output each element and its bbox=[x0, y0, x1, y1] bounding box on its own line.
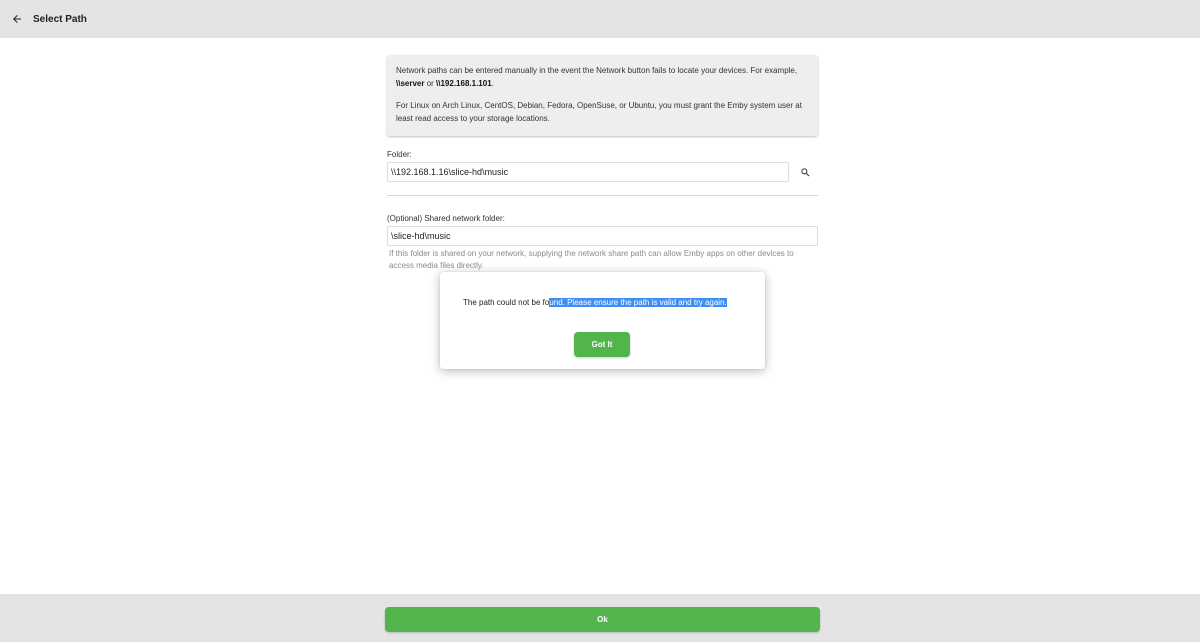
selected-text: und. Please ensure the path is valid and… bbox=[549, 298, 727, 307]
ok-button[interactable]: Ok bbox=[385, 607, 820, 632]
main-content: Network paths can be entered manually in… bbox=[387, 55, 818, 272]
page-title: Select Path bbox=[33, 13, 87, 25]
example-ip: \\192.168.1.101 bbox=[436, 79, 492, 88]
footer-bar: Ok bbox=[0, 594, 1200, 642]
search-icon bbox=[800, 167, 809, 176]
info-box: Network paths can be entered manually in… bbox=[387, 55, 818, 136]
header-bar: Select Path bbox=[0, 0, 1200, 38]
error-dialog: The path could not be found. Please ensu… bbox=[440, 272, 765, 369]
info-paragraph-network: Network paths can be entered manually in… bbox=[396, 66, 798, 88]
share-help-text: If this folder is shared on your network… bbox=[389, 249, 794, 270]
arrow-left-icon bbox=[13, 15, 21, 23]
got-it-button[interactable]: Got It bbox=[574, 332, 630, 357]
search-button[interactable] bbox=[792, 162, 818, 182]
example-server: \\server bbox=[396, 79, 425, 88]
folder-input[interactable]: \\192.168.1.16\slice-hd\music bbox=[387, 162, 789, 182]
info-paragraph-linux: For Linux on Arch Linux, CentOS, Debian,… bbox=[396, 101, 802, 123]
folder-label: Folder: bbox=[387, 150, 412, 159]
divider bbox=[387, 195, 818, 196]
dialog-message: The path could not be found. Please ensu… bbox=[463, 298, 727, 307]
share-label: (Optional) Shared network folder: bbox=[387, 214, 505, 223]
share-input[interactable]: \slice-hd\music bbox=[387, 226, 818, 246]
back-button[interactable] bbox=[1, 3, 33, 35]
